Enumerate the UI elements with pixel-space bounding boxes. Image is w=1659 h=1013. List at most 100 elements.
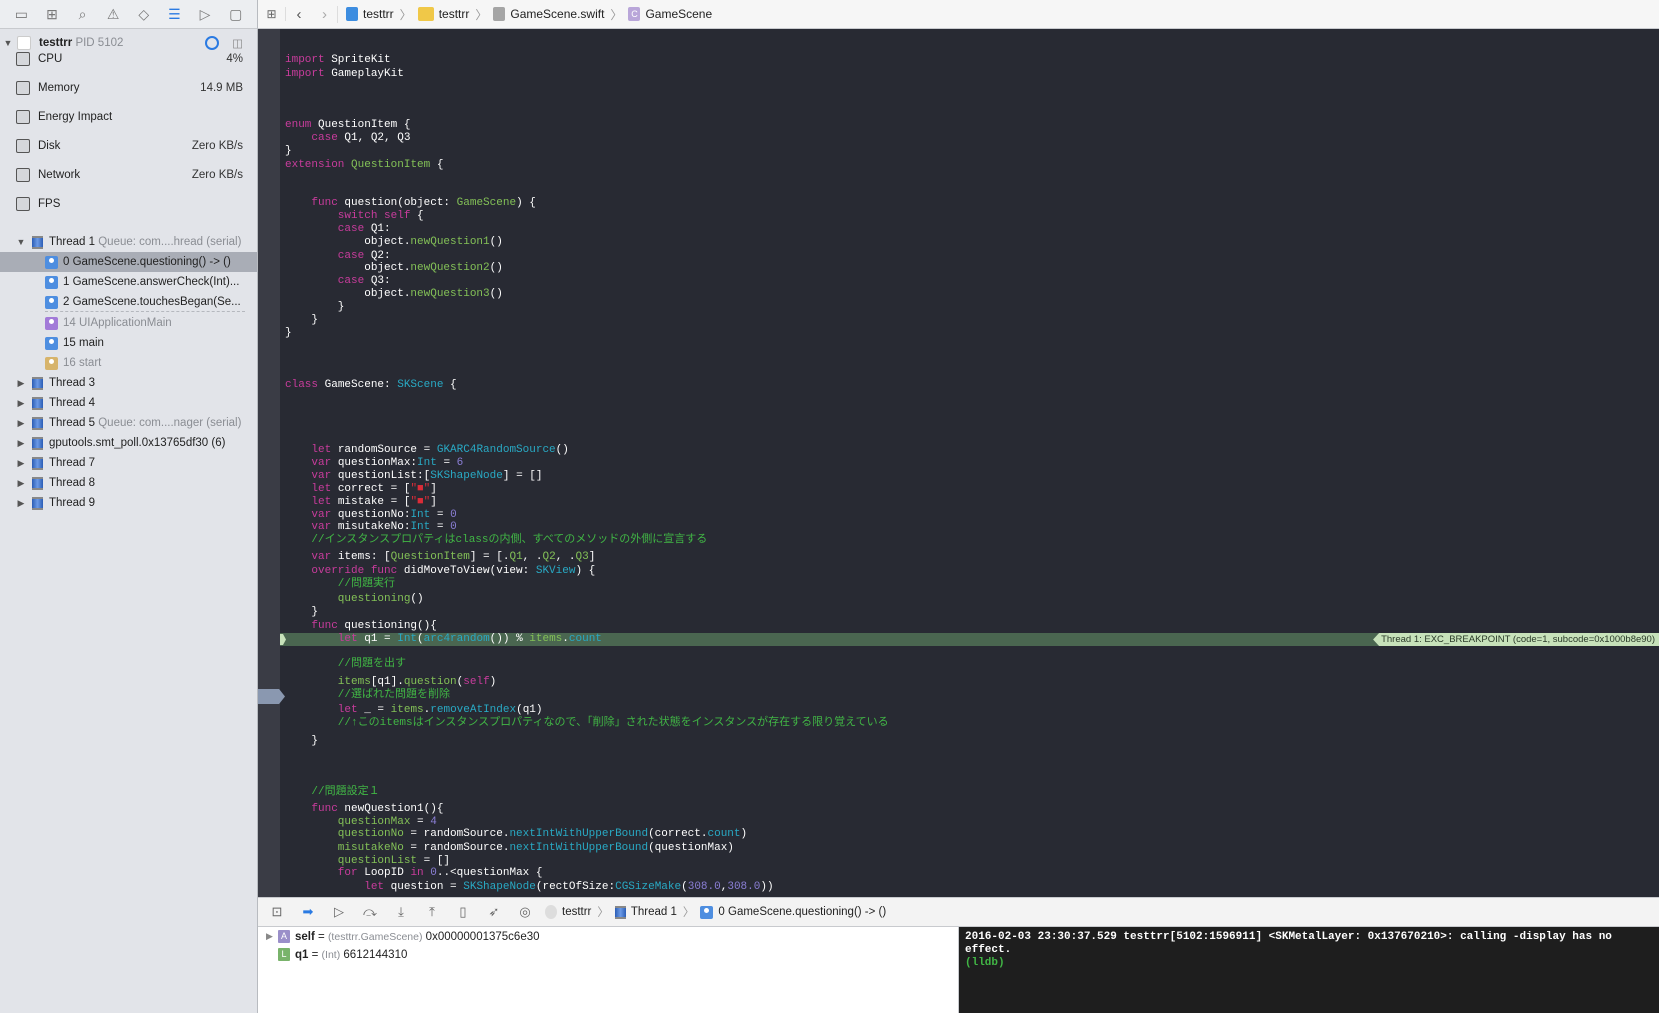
disclosure-triangle-icon[interactable]: ▼ — [16, 237, 26, 247]
stack-frame[interactable]: 1 GameScene.answerCheck(Int)... — [0, 272, 257, 292]
code-line: } — [285, 145, 292, 158]
code-token: (q1) — [516, 704, 543, 717]
process-pid: PID 5102 — [75, 37, 124, 49]
code-token: () — [489, 287, 503, 300]
gauge-energy-impact[interactable]: Energy Impact — [0, 107, 257, 127]
simulate-location-icon[interactable]: ➶ — [483, 903, 505, 921]
disclosure-triangle-icon[interactable]: ▶ — [16, 478, 26, 489]
editor-gutter[interactable] — [258, 29, 280, 897]
related-items-icon[interactable]: ⊞ — [258, 7, 286, 21]
test-icon[interactable]: ◇ — [136, 6, 152, 22]
split-view-icon[interactable]: ◫ — [232, 36, 243, 50]
code-line: import SpriteKit — [285, 54, 391, 67]
stack-frame[interactable]: 0 GameScene.questioning() -> () — [0, 252, 257, 272]
code-line: var misutakeNo:Int = 0 — [285, 521, 456, 534]
gauge-disk[interactable]: Disk Zero KB/s — [0, 136, 257, 156]
thread-row[interactable]: ▶ Thread 5 Queue: com....nager (serial) — [0, 413, 257, 433]
debug-crumb-thread[interactable]: Thread 1 — [614, 905, 677, 919]
thread-row[interactable]: ▶ Thread 9 — [0, 493, 257, 513]
gauge-value: Zero KB/s — [191, 169, 243, 181]
disclosure-triangle-icon[interactable]: ▶ — [16, 418, 26, 429]
gauge-memory[interactable]: Memory 14.9 MB — [0, 78, 257, 98]
code-token: SKScene — [397, 378, 444, 391]
thread-row[interactable]: ▶ Thread 7 — [0, 453, 257, 473]
thread-row[interactable]: ▶ Thread 3 — [0, 373, 257, 393]
variable-self[interactable]: ▶ A self = (testtrr.GameScene) 0x0000000… — [266, 930, 540, 943]
cpu-icon — [16, 52, 30, 66]
code-line: questionList = [] — [285, 855, 450, 868]
thread-row[interactable]: ▼ Thread 1 Queue: com....hread (serial) — [0, 232, 257, 252]
debug-navigator-icon[interactable]: ☰ — [166, 6, 182, 22]
disclosure-triangle-icon[interactable]: ▶ — [16, 378, 26, 389]
gauge-fps[interactable]: FPS — [0, 194, 257, 214]
code-line: //インスタンスプロパティはclassの内側、すべてのメソッドの外側に宣言する — [285, 534, 707, 547]
thread-row[interactable]: ▶ Thread 8 — [0, 473, 257, 493]
breakpoint-icon[interactable]: ▷ — [197, 6, 213, 22]
code-token: //問題実行 — [285, 577, 396, 590]
gauge-network[interactable]: Network Zero KB/s — [0, 165, 257, 185]
variable-q1[interactable]: L q1 = (Int) 6612144310 — [266, 948, 407, 961]
console[interactable]: 2016-02-03 23:30:37.529 testtrr[5102:159… — [959, 927, 1659, 1013]
lldb-prompt: (lldb) — [965, 957, 1005, 969]
code-token: = randomSource. — [403, 828, 510, 841]
gauge-cpu[interactable]: CPU 4% — [0, 49, 257, 69]
step-out-icon[interactable]: ⤒ — [421, 903, 443, 921]
code-token: ()) % — [489, 632, 530, 645]
thread-row[interactable]: ▶ Thread 4 — [0, 393, 257, 413]
code-token: () — [555, 444, 569, 457]
view-debugger-icon[interactable]: ▯ — [452, 903, 474, 921]
code-line: extension QuestionItem { — [285, 159, 443, 172]
back-button[interactable]: ‹ — [286, 6, 312, 23]
breadcrumb-folder[interactable]: testtrr — [417, 7, 469, 21]
code-token: 308.0 — [687, 881, 721, 894]
debug-navigator: ▼ testtrr PID 5102 ◫ CPU 4% Memory 14.9 MB E… — [0, 29, 258, 1013]
hide-debug-area-icon[interactable]: ⊡ — [266, 903, 288, 921]
continue-icon[interactable]: ▷ — [328, 903, 350, 921]
code-token: } — [285, 606, 319, 619]
search-icon[interactable]: ⌕ — [75, 6, 91, 22]
thread-row[interactable]: ▶ gputools.smt_poll.0x13765df30 (6) — [0, 433, 257, 453]
code-token: = [] — [417, 854, 451, 867]
code-token: 0 — [450, 508, 457, 521]
stack-frame[interactable]: 14 UIApplicationMain — [0, 313, 257, 333]
folder-icon — [417, 7, 434, 21]
code-token: items — [285, 675, 371, 688]
source-editor[interactable]: import SpriteKit import GameplayKit enum Q… — [280, 29, 1659, 897]
disclosure-triangle-icon[interactable]: ▶ — [16, 498, 26, 509]
disclosure-triangle-icon[interactable]: ▶ — [266, 931, 278, 942]
gauge-icon[interactable] — [205, 36, 219, 50]
disclosure-triangle-icon[interactable]: ▶ — [16, 458, 26, 469]
step-into-icon[interactable]: ⤓ — [390, 903, 412, 921]
breadcrumb-file[interactable]: GameScene.swift — [493, 7, 604, 21]
code-token: let — [285, 881, 385, 894]
stack-frame[interactable]: 16 start — [0, 353, 257, 373]
debug-crumb-frame[interactable]: 0 GameScene.questioning() -> () — [700, 905, 886, 919]
hierarchy-icon[interactable]: ⊞ — [44, 6, 60, 22]
report-icon[interactable]: ▢ — [228, 6, 244, 22]
code-token: var — [285, 521, 332, 534]
breadcrumb-project[interactable]: testtrr — [346, 7, 394, 21]
step-over-icon[interactable]: ⤼ — [359, 903, 381, 921]
code-token: questionMax — [285, 815, 411, 828]
code-token: randomSource = — [331, 444, 437, 457]
disk-icon — [16, 139, 30, 153]
stack-frame[interactable]: 2 GameScene.touchesBegan(Se... — [0, 292, 257, 312]
warning-icon[interactable]: ⚠ — [105, 6, 121, 22]
code-line: items[q1].question(self) — [285, 676, 496, 689]
disclosure-triangle-icon[interactable]: ▼ — [3, 38, 13, 48]
disclosure-triangle-icon[interactable]: ▶ — [16, 398, 26, 409]
code-token: QuestionItem — [390, 551, 470, 564]
camera-icon[interactable]: ◎ — [514, 903, 536, 921]
stack-frame[interactable]: 15 main — [0, 333, 257, 353]
code-token: 4 — [430, 815, 437, 828]
code-token: SKShapeNode — [463, 881, 536, 894]
debug-crumb-process[interactable]: testtrr — [545, 905, 591, 919]
code-token: //選ばれた問題を削除 — [285, 688, 451, 701]
breadcrumb-symbol[interactable]: C GameScene — [628, 7, 712, 21]
folder-icon[interactable]: ▭ — [13, 6, 29, 22]
code-line: case Q1: — [285, 223, 391, 236]
code-token: 0 — [430, 867, 437, 880]
forward-button[interactable]: › — [312, 5, 338, 23]
breakpoints-toggle-icon[interactable]: ➡ — [297, 903, 319, 921]
disclosure-triangle-icon[interactable]: ▶ — [16, 438, 26, 449]
